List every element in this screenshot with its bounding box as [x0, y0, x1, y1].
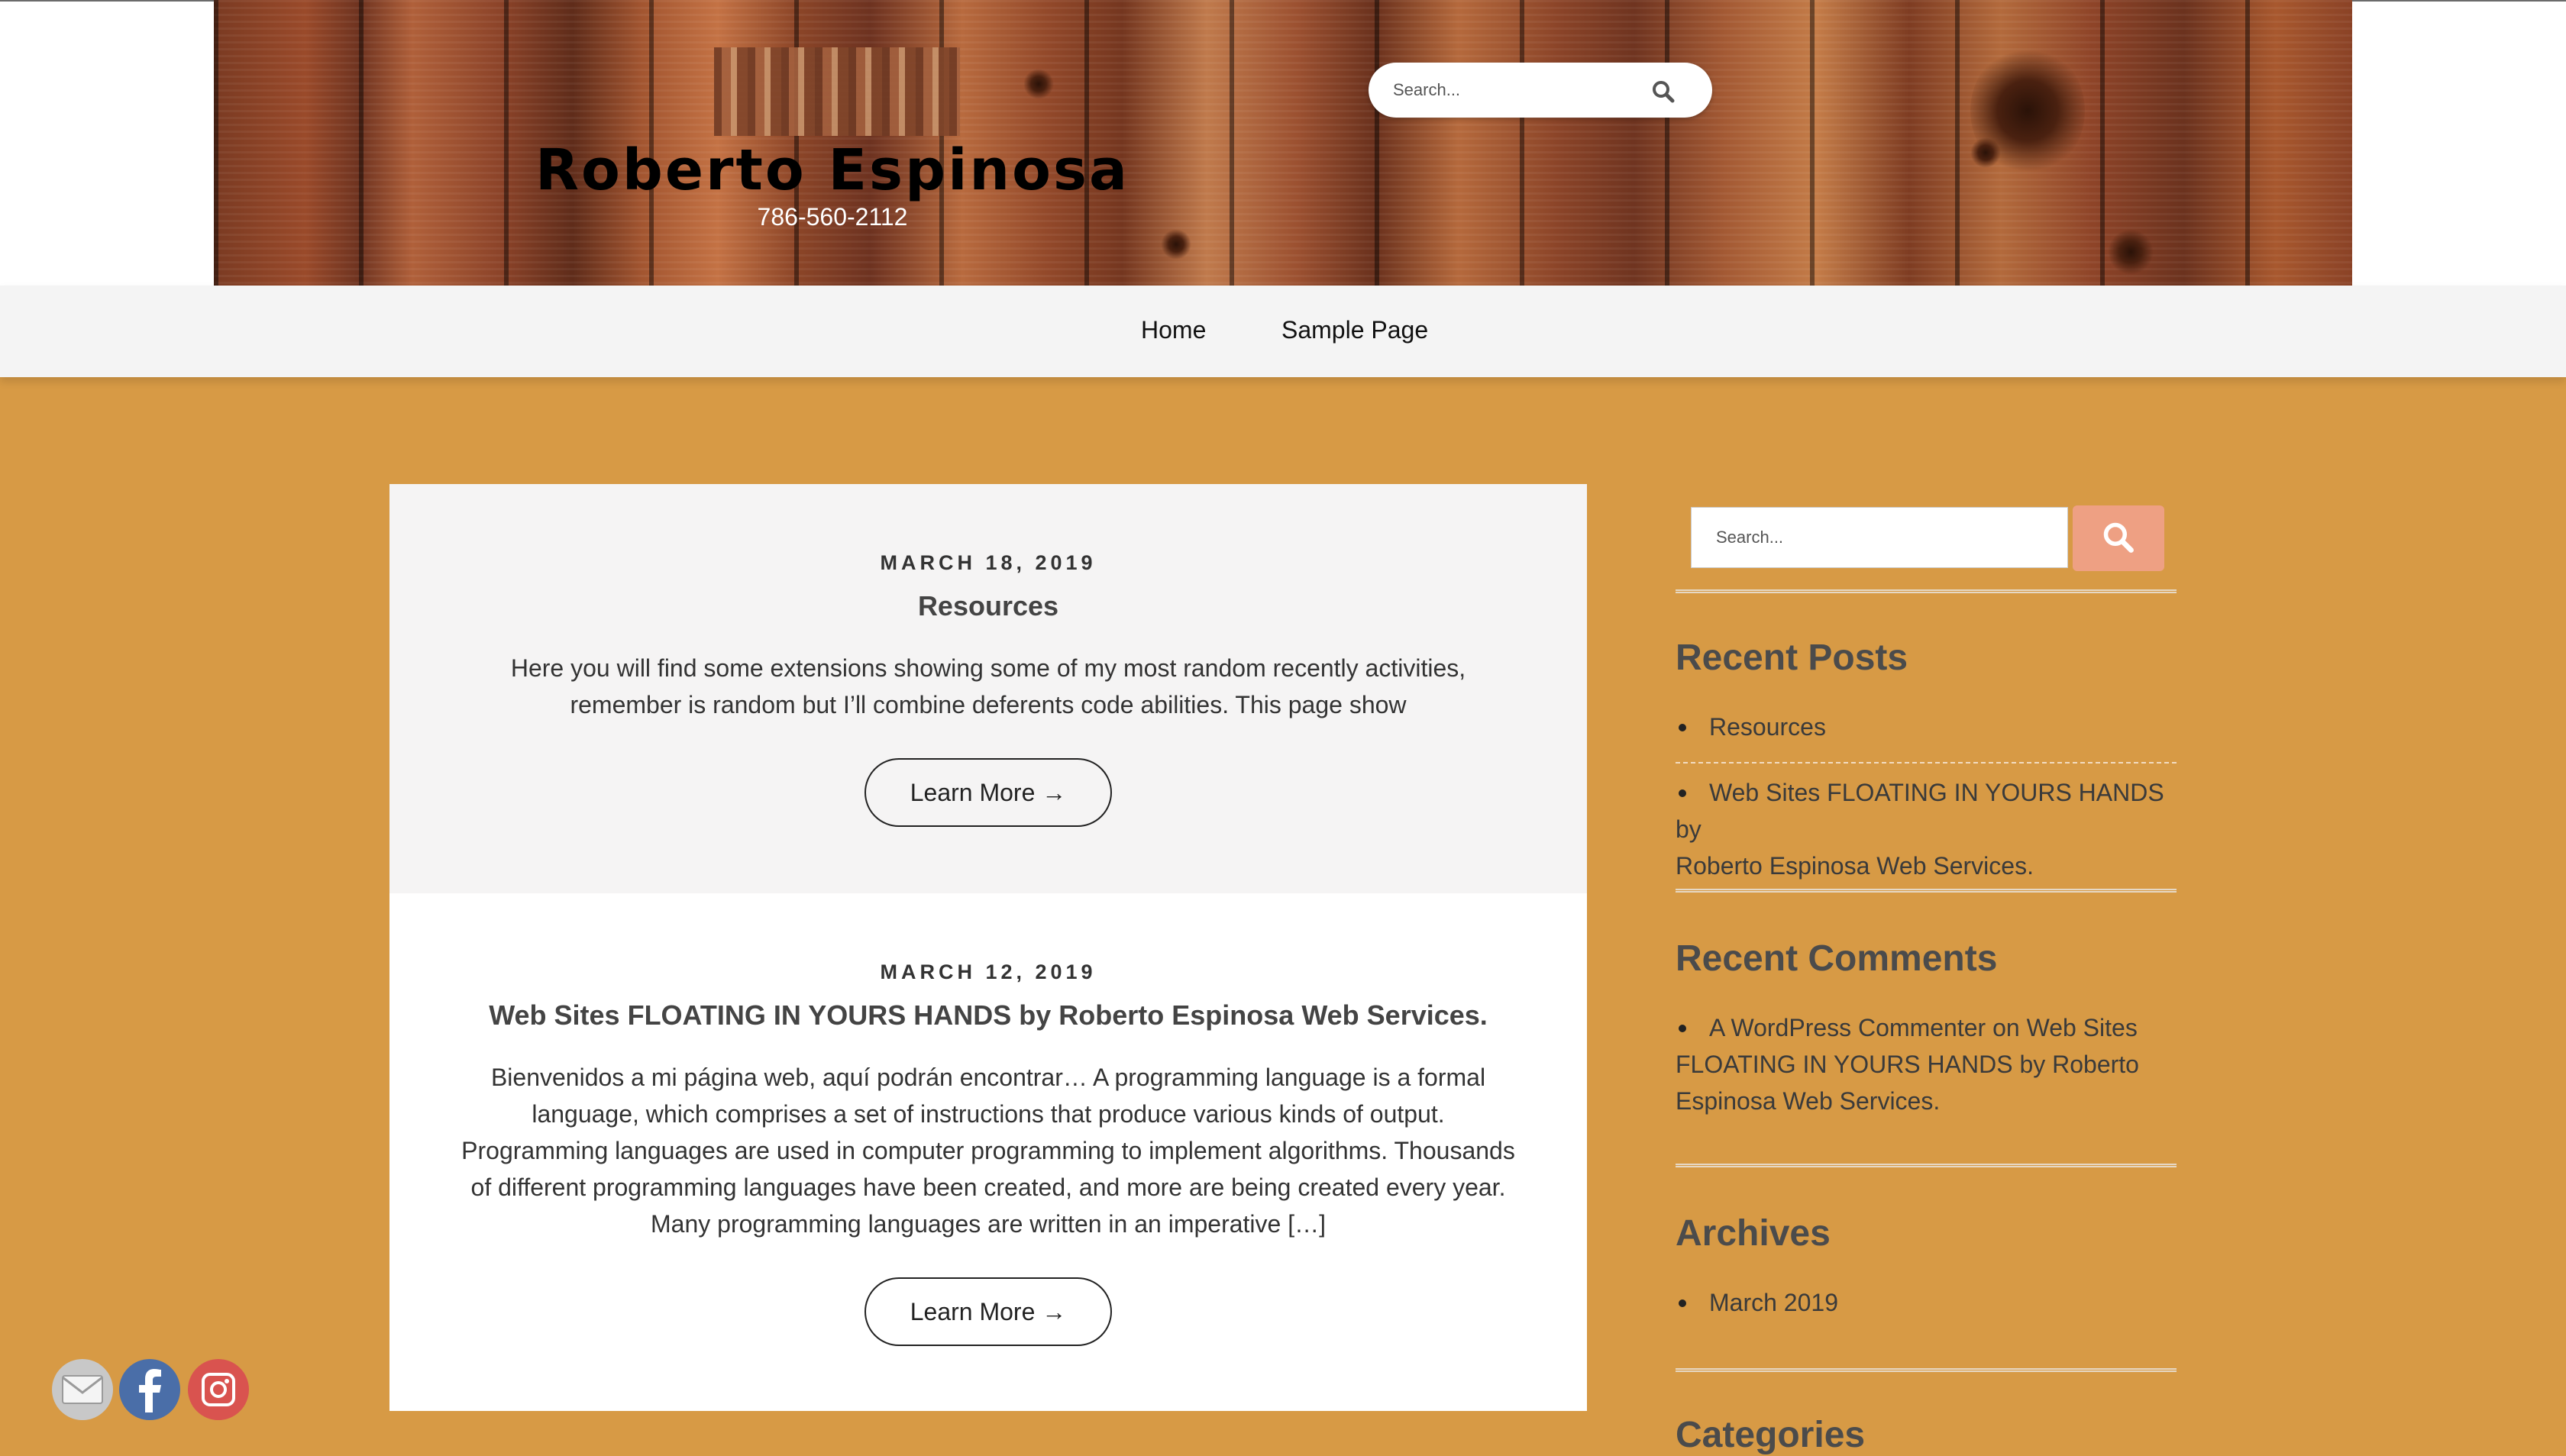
widget-title-categories: Categories	[1676, 1415, 1866, 1455]
header-search-input[interactable]	[1391, 76, 1636, 104]
excerpt-line: Many programming languages are written i…	[651, 1210, 1326, 1238]
site-logo[interactable]	[714, 47, 960, 136]
divider	[1676, 889, 2177, 893]
excerpt-line: Programming languages are used in comput…	[461, 1137, 1515, 1164]
dashed-separator	[1676, 762, 2177, 764]
widget-title-recent-posts: Recent Posts	[1676, 638, 1908, 678]
bullet	[1679, 789, 1686, 797]
learn-more-button[interactable]: Learn More →	[864, 1277, 1112, 1346]
nav-item-home[interactable]: Home	[1141, 316, 1206, 344]
site-title[interactable]: Roberto Espinosa	[519, 137, 1146, 203]
site-header: Roberto Espinosa 786-560-2112	[0, 0, 2566, 286]
divider	[1676, 589, 2177, 593]
recent-post-link[interactable]: Web Sites FLOATING IN YOURS HANDS by	[1676, 779, 2164, 843]
bullet	[1679, 724, 1686, 731]
recent-post-item-wrap[interactable]: Roberto Espinosa Web Services.	[1676, 847, 2177, 884]
post-date: MARCH 18, 2019	[880, 551, 1097, 574]
recent-comment-item[interactable]: A WordPress Commenter on Web Sites	[1676, 1009, 2177, 1046]
header-search	[1369, 63, 1712, 118]
bullet	[1679, 1299, 1686, 1307]
wood-knot	[1161, 229, 1191, 260]
recent-comment-item-wrap[interactable]: Espinosa Web Services.	[1676, 1083, 2177, 1119]
archives-list: March 2019	[1676, 1284, 2177, 1321]
excerpt-line: Here you will find some extensions showi…	[510, 654, 1466, 682]
post-card: MARCH 12, 2019 Web Sites FLOATING IN YOU…	[389, 893, 1587, 1411]
divider	[1676, 1368, 2177, 1372]
recent-post-item[interactable]: Web Sites FLOATING IN YOURS HANDS by	[1676, 774, 2177, 847]
recent-post-link[interactable]: Resources	[1709, 713, 1826, 741]
facebook-icon[interactable]	[119, 1359, 180, 1420]
archive-link[interactable]: March 2019	[1709, 1289, 1838, 1316]
main-nav: Home Sample Page	[0, 286, 2566, 377]
sidebar-search-input[interactable]	[1691, 507, 2068, 568]
recent-post-item[interactable]: Resources	[1676, 709, 2177, 745]
recent-comments-list: A WordPress Commenter on Web Sites FLOAT…	[1676, 1009, 2177, 1119]
search-icon	[2103, 522, 2134, 553]
site-phone: 786-560-2112	[757, 203, 908, 231]
recent-comment-text[interactable]: A WordPress Commenter on Web Sites	[1709, 1014, 2138, 1041]
sidebar-search-button[interactable]	[2073, 505, 2164, 571]
learn-more-button[interactable]: Learn More →	[864, 758, 1112, 827]
archive-item[interactable]: March 2019	[1676, 1284, 2177, 1321]
post-excerpt: Bienvenidos a mi página web, aquí podrán…	[389, 1059, 1587, 1242]
post-title[interactable]: Web Sites FLOATING IN YOURS HANDS by Rob…	[389, 999, 1587, 1031]
email-icon[interactable]	[52, 1359, 113, 1420]
excerpt-line: of different programming languages have …	[470, 1174, 1506, 1201]
bullet	[1679, 1025, 1686, 1032]
search-icon[interactable]	[1651, 79, 1676, 104]
wood-knot	[1970, 137, 2001, 168]
excerpt-line: remember is random but I’ll combine defe…	[570, 691, 1407, 718]
recent-comment-item-wrap[interactable]: FLOATING IN YOURS HANDS by Roberto	[1676, 1046, 2177, 1083]
wood-knot	[2108, 229, 2154, 275]
recent-post-link[interactable]: Roberto Espinosa Web Services.	[1676, 852, 2034, 880]
excerpt-line: Bienvenidos a mi página web, aquí podrán…	[490, 1064, 1486, 1091]
excerpt-line: language, which comprises a set of instr…	[532, 1100, 1445, 1128]
post-excerpt: Here you will find some extensions showi…	[389, 650, 1587, 723]
post-date: MARCH 12, 2019	[880, 960, 1097, 983]
recent-comment-text[interactable]: Espinosa Web Services.	[1676, 1087, 1940, 1115]
instagram-icon[interactable]	[188, 1359, 249, 1420]
recent-posts-list: Resources Web Sites FLOATING IN YOURS HA…	[1676, 709, 2177, 884]
nav-item-sample-page[interactable]: Sample Page	[1281, 316, 1428, 344]
post-title[interactable]: Resources	[389, 590, 1587, 622]
wood-knot	[1023, 69, 1054, 99]
widget-title-archives: Archives	[1676, 1213, 1831, 1254]
divider	[1676, 1164, 2177, 1167]
post-card: MARCH 18, 2019 Resources Here you will f…	[389, 484, 1587, 893]
widget-title-recent-comments: Recent Comments	[1676, 938, 1998, 979]
recent-comment-text[interactable]: FLOATING IN YOURS HANDS by Roberto	[1676, 1051, 2139, 1078]
